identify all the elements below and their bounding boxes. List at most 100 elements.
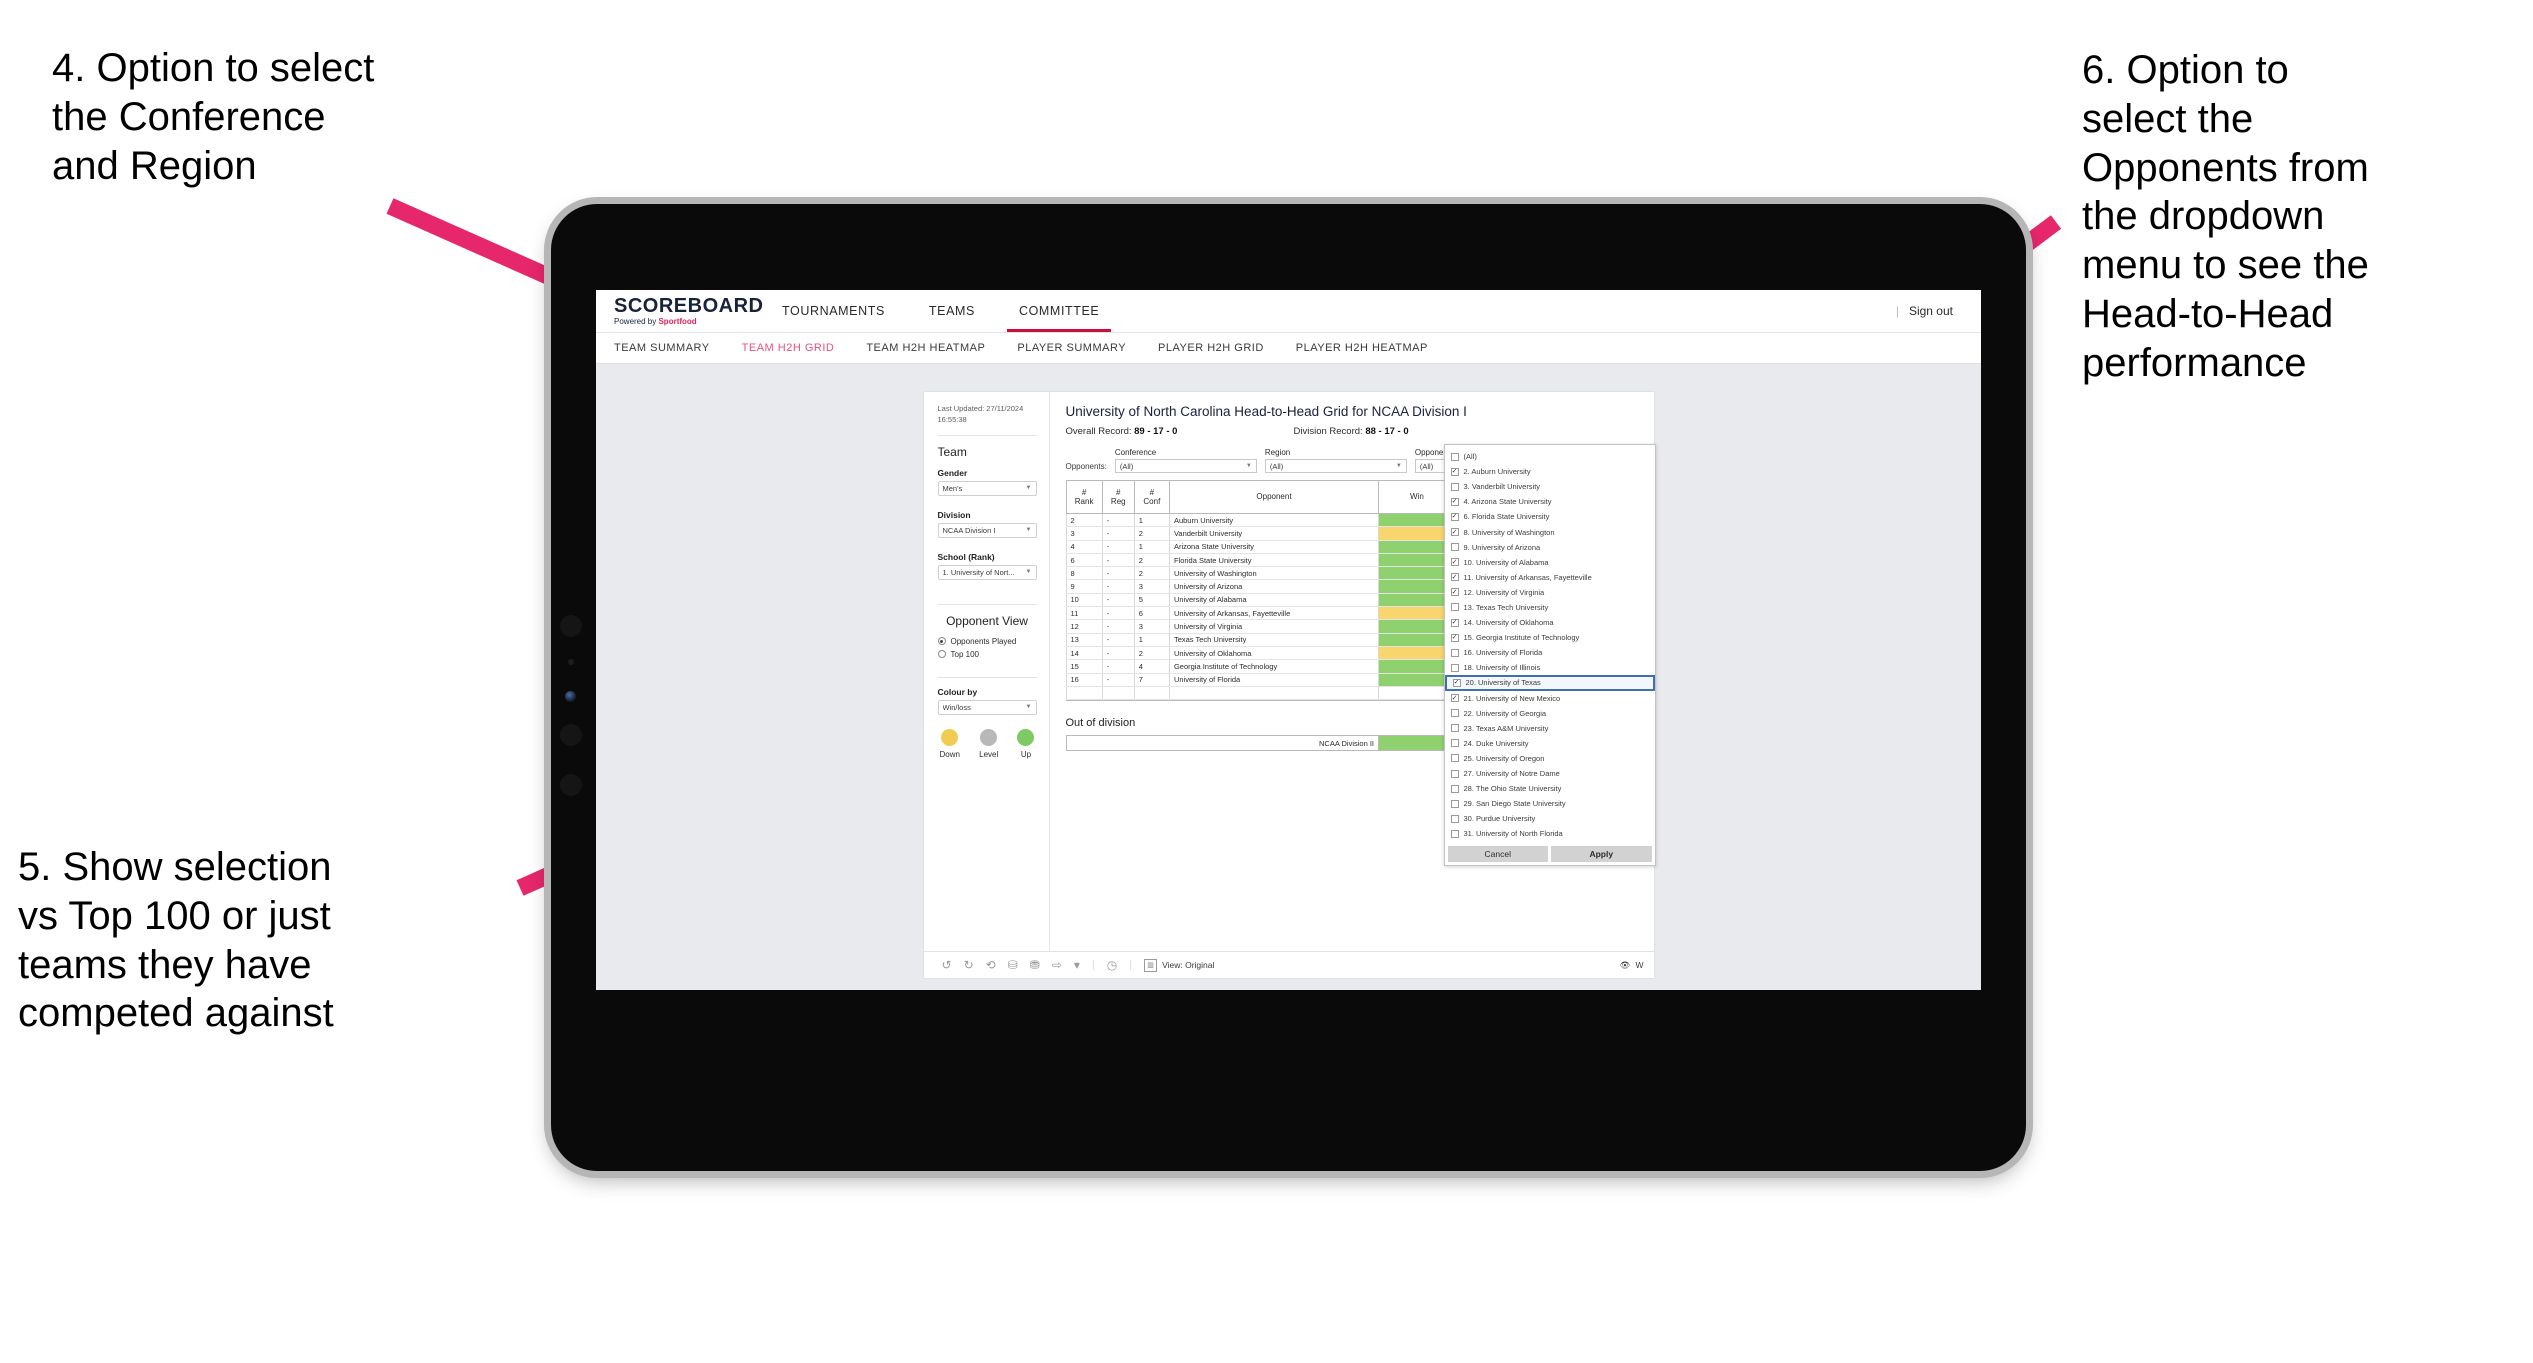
caret-down-icon[interactable]: ▾ [1074,959,1080,971]
tab-team-h2h-grid[interactable]: TEAM H2H GRID [742,342,835,354]
dropdown-item[interactable]: 29. San Diego State University [1445,796,1655,811]
cell-conf: 4 [1133,659,1170,674]
history-icon[interactable]: ◷ [1107,959,1117,971]
dropdown-item[interactable]: 25. University of Oregon [1445,751,1655,766]
gender-select[interactable]: Men's ▼ [937,480,1037,496]
checkbox-icon[interactable] [1450,829,1459,838]
dropdown-item[interactable]: 13. Texas Tech University [1445,600,1655,615]
checkbox-icon[interactable] [1450,799,1459,808]
dropdown-item[interactable]: 23. Texas A&M University [1445,721,1655,736]
dropdown-item[interactable]: ✓ 21. University of New Mexico [1445,691,1655,706]
col-reg[interactable]: # Reg [1101,480,1135,514]
tab-player-h2h-grid[interactable]: PLAYER H2H GRID [1158,342,1264,354]
school-label: School (Rank) [937,551,995,562]
refresh-data-icon[interactable]: ⛁ [1008,959,1018,971]
watch-area[interactable]: 👁 W [1620,960,1644,971]
checkbox-checked-icon[interactable]: ✓ [1450,588,1459,597]
dropdown-item[interactable]: 24. Duke University [1445,736,1655,751]
checkbox-icon[interactable] [1450,603,1459,612]
radio-opponents-played[interactable]: Opponents Played [937,637,1037,646]
checkbox-icon[interactable] [1450,452,1459,461]
colour-by-value: Win/loss [942,702,971,712]
checkbox-checked-icon[interactable]: ✓ [1452,678,1461,687]
share-icon[interactable]: ⇨ [1052,959,1062,971]
checkbox-icon[interactable] [1450,754,1459,763]
checkbox-icon[interactable] [1450,663,1459,672]
cancel-button[interactable]: Cancel [1447,846,1548,863]
tab-team-summary[interactable]: TEAM SUMMARY [614,342,710,354]
cell-rank: 10 [1065,593,1103,608]
col-opponent[interactable]: Opponent [1168,480,1380,514]
col-rank[interactable]: # Rank [1065,480,1103,514]
tab-team-h2h-heatmap[interactable]: TEAM H2H HEATMAP [866,342,985,354]
checkbox-icon[interactable] [1450,784,1459,793]
dropdown-item-label: 6. Florida State University [1463,512,1550,522]
dropdown-item[interactable]: 16. University of Florida [1445,645,1655,660]
app-logo[interactable]: SCOREBOARD Powered by Sportfood [614,296,763,326]
checkbox-checked-icon[interactable]: ✓ [1450,694,1459,703]
cell-opponent: Florida State University [1168,553,1380,568]
checkbox-checked-icon[interactable]: ✓ [1450,467,1459,476]
dropdown-item[interactable]: 3. Vanderbilt University [1445,479,1655,494]
cell-rank: 2 [1065,513,1103,528]
redo-icon[interactable]: ↻ [964,959,974,971]
dropdown-item[interactable]: 18. University of Illinois [1445,660,1655,675]
checkbox-checked-icon[interactable]: ✓ [1450,512,1459,521]
nav-tournaments[interactable]: TOURNAMENTS [760,290,907,332]
dropdown-item[interactable]: ✓ 15. Georgia Institute of Technology [1445,630,1655,645]
division-value: NCAA Division I [942,525,996,535]
checkbox-icon[interactable] [1450,724,1459,733]
conference-select[interactable]: (All) ▼ [1114,459,1257,473]
dropdown-item[interactable]: 22. University of Georgia [1445,706,1655,721]
dropdown-item[interactable]: ✓ 6. Florida State University [1445,509,1655,524]
tab-player-h2h-heatmap[interactable]: PLAYER H2H HEATMAP [1296,342,1428,354]
dropdown-item[interactable]: ✓ 11. University of Arkansas, Fayettevill… [1445,570,1655,585]
checkbox-checked-icon[interactable]: ✓ [1450,618,1459,627]
school-select[interactable]: 1. University of Nort... ▼ [937,564,1037,580]
cell-reg: - [1101,619,1135,634]
dropdown-item[interactable]: ✓ 14. University of Oklahoma [1445,615,1655,630]
dropdown-item[interactable]: 27. University of Notre Dame [1445,766,1655,781]
dropdown-item[interactable]: (All) [1445,449,1655,464]
checkbox-icon[interactable] [1450,648,1459,657]
col-conf[interactable]: # Conf [1133,480,1170,514]
page-title: University of North Carolina Head-to-Hea… [1065,404,1467,419]
colour-by-select[interactable]: Win/loss ▼ [937,699,1037,715]
radio-top-100[interactable]: Top 100 [937,650,1037,659]
signout-link[interactable]: Sign out [1909,304,1953,318]
checkbox-icon[interactable] [1450,709,1459,718]
view-original-button[interactable]: ▥ View: Original [1144,958,1214,972]
divider [937,434,1037,436]
checkbox-checked-icon[interactable]: ✓ [1450,633,1459,642]
dropdown-item[interactable]: ✓ 20. University of Texas [1444,675,1655,691]
checkbox-checked-icon[interactable]: ✓ [1450,497,1459,506]
toolbar-divider: | [1129,959,1133,971]
dropdown-item[interactable]: 31. University of North Florida [1445,826,1655,841]
dropdown-item[interactable]: 28. The Ohio State University [1445,781,1655,796]
dropdown-item[interactable]: ✓ 12. University of Virginia [1445,585,1655,600]
checkbox-icon[interactable] [1450,482,1459,491]
dropdown-item[interactable]: ✓ 8. University of Washington [1445,524,1655,539]
dropdown-item[interactable]: 9. University of Arizona [1445,540,1655,555]
nav-committee[interactable]: COMMITTEE [997,290,1121,332]
checkbox-checked-icon[interactable]: ✓ [1450,558,1459,567]
ood-label: NCAA Division II [1065,735,1380,752]
apply-button[interactable]: Apply [1551,846,1652,863]
region-select[interactable]: (All) ▼ [1264,459,1407,473]
dropdown-item[interactable]: ✓ 4. Arizona State University [1445,494,1655,509]
checkbox-checked-icon[interactable]: ✓ [1450,528,1459,537]
dropdown-item[interactable]: 30. Purdue University [1445,811,1655,826]
checkbox-icon[interactable] [1450,814,1459,823]
revert-icon[interactable]: ⟲ [986,959,996,971]
division-select[interactable]: NCAA Division I ▼ [937,522,1037,538]
checkbox-checked-icon[interactable]: ✓ [1450,573,1459,582]
tab-player-summary[interactable]: PLAYER SUMMARY [1017,342,1126,354]
checkbox-icon[interactable] [1450,769,1459,778]
checkbox-icon[interactable] [1450,739,1459,748]
checkbox-icon[interactable] [1450,543,1459,552]
undo-icon[interactable]: ↺ [942,959,952,971]
nav-teams[interactable]: TEAMS [907,290,997,332]
dropdown-item[interactable]: ✓ 2. Auburn University [1445,464,1655,479]
dropdown-item[interactable]: ✓ 10. University of Alabama [1445,555,1655,570]
pause-data-icon[interactable]: ⛃ [1030,959,1040,971]
